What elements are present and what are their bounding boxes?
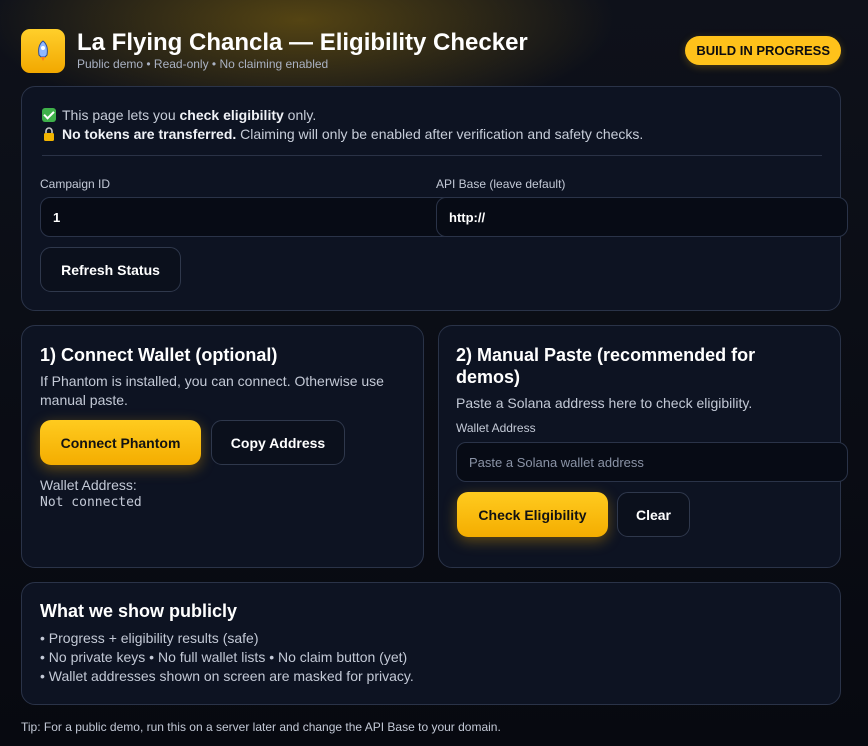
- status-badge: BUILD IN PROGRESS: [685, 36, 841, 65]
- refresh-status-button[interactable]: Refresh Status: [40, 247, 181, 292]
- connect-wallet-title: 1) Connect Wallet (optional): [40, 345, 278, 365]
- page-header: La Flying Chancla — Eligibility Checker …: [21, 28, 841, 74]
- connect-wallet-description: If Phantom is installed, you can connect…: [40, 373, 384, 408]
- clear-button[interactable]: Clear: [617, 492, 690, 537]
- campaign-id-label: Campaign ID: [40, 177, 111, 191]
- public-info-bullet: • No private keys • No full wallet lists…: [40, 649, 408, 665]
- connect-wallet-card: 1) Connect Wallet (optional) If Phantom …: [21, 325, 424, 568]
- divider: [42, 155, 822, 156]
- copy-address-button[interactable]: Copy Address: [211, 420, 345, 465]
- manual-wallet-address-label: Wallet Address: [456, 421, 536, 435]
- notice-line-safety: No tokens are transferred. Claiming will…: [42, 126, 643, 142]
- check-eligibility-button[interactable]: Check Eligibility: [457, 492, 608, 537]
- connect-phantom-button[interactable]: Connect Phantom: [40, 420, 201, 465]
- api-base-label: API Base (leave default): [436, 177, 566, 191]
- public-info-title: What we show publicly: [40, 601, 238, 621]
- lock-icon: [42, 127, 56, 141]
- footer-tip: Tip: For a public demo, run this on a se…: [21, 720, 501, 734]
- api-base-input[interactable]: [436, 197, 848, 237]
- settings-card: This page lets you check eligibility onl…: [21, 86, 848, 311]
- wallet-address-label: Wallet Address:: [40, 477, 137, 493]
- rocket-icon: [21, 29, 65, 73]
- public-info-bullet: • Wallet addresses shown on screen are m…: [40, 668, 414, 684]
- manual-paste-description: Paste a Solana address here to check eli…: [456, 395, 753, 411]
- manual-paste-title: 2) Manual Paste (recommended for demos): [456, 345, 756, 387]
- public-info-card: What we show publicly • Progress + eligi…: [21, 582, 841, 705]
- page-title: La Flying Chancla — Eligibility Checker: [77, 29, 528, 56]
- wallet-address-value: Not connected: [40, 495, 142, 510]
- public-info-bullet: • Progress + eligibility results (safe): [40, 630, 259, 646]
- page-subtitle: Public demo • Read-only • No claiming en…: [77, 57, 329, 71]
- check-icon: [42, 108, 56, 122]
- wallet-address-input[interactable]: [456, 442, 848, 482]
- rocket-icon-shape: [38, 40, 48, 61]
- manual-paste-card: 2) Manual Paste (recommended for demos) …: [438, 325, 848, 568]
- campaign-id-input[interactable]: [40, 197, 452, 237]
- notice-line-eligibility: This page lets you check eligibility onl…: [42, 107, 316, 123]
